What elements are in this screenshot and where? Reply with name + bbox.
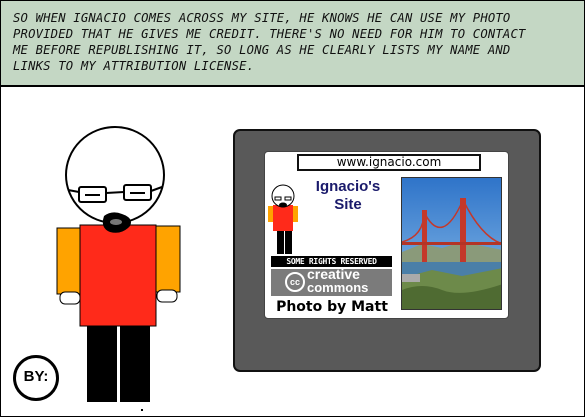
attribution-badge-icon: BY:: [13, 355, 59, 401]
cc-logo-word: commons: [307, 280, 369, 295]
bridge-photo: [401, 177, 502, 310]
stray-dot: [141, 409, 143, 411]
cc-icon: cc: [285, 272, 305, 292]
cc-logo-word: creative: [307, 266, 360, 282]
photo-credit: Photo by Matt: [276, 299, 388, 315]
